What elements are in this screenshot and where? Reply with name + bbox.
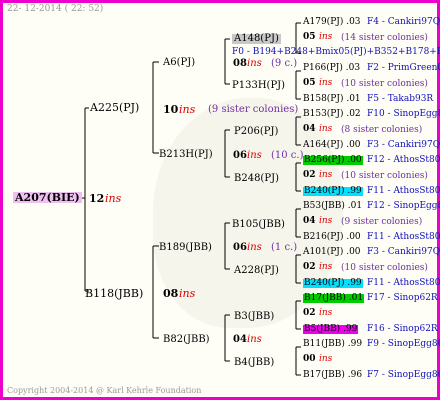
gen4-top-queen[interactable]: A101(PJ) .00 [303,248,361,257]
b105-generation: 06 [233,242,247,253]
a148-ins-mark: ins [247,58,262,69]
gen4-sister-colonies: (14 sister colonies) [341,33,428,43]
root-ins-mark: ins [105,192,122,205]
gen4-top-source: F3 - Cankiri97Q [367,247,440,257]
gen4-bottom-queen[interactable]: B240(PJ) .99 [303,279,363,288]
queen-a6[interactable]: A6(PJ) [163,58,195,68]
gen4-bottom-source: F16 - Sinop62R [367,324,438,334]
a225-ins-mark: ins [179,103,196,116]
gen4-top-queen[interactable]: B153(PJ) .02 [303,110,361,119]
gen4-ins-mark: ins [319,124,333,134]
gen4-bottom-queen[interactable]: B240(PJ) .99 [303,187,363,196]
gen4-bottom-source: F11 - AthosSt80R [367,278,440,288]
gen4-top-queen[interactable]: B256(PJ) .00 [303,156,363,165]
gen4-top-queen[interactable]: A179(PJ) .03 [303,18,361,27]
gen4-sister-colonies: (9 sister colonies) [341,217,423,227]
queen-b82[interactable]: B82(JBB) [163,335,210,345]
queen-b189[interactable]: B189(JBB) [159,243,212,253]
copyright-notice: Copyright 2004-2014 @ Karl Kehrle Founda… [7,386,202,395]
gen4-top-source: F2 - PrimGreen00 [367,63,440,73]
gen4-top-source: F12 - AthosSt80R [367,155,440,165]
root-generation: 12 [89,192,105,205]
queen-a228[interactable]: A228(PJ) [234,266,279,276]
gen4-bottom-source: F3 - Cankiri97Q [367,140,440,150]
queen-p206[interactable]: P206(PJ) [234,127,278,137]
queen-a225[interactable]: A225(PJ) [90,102,139,113]
a148-generation: 08 [233,58,247,69]
date-stamp: 22- 12-2014 ( 22: 52) [7,4,104,14]
gen4-sister-colonies: (8 sister colonies) [341,125,423,135]
gen4-generation: 02 [303,262,316,272]
gen4-ins-mark: ins [319,216,333,226]
gen4-ins-mark: ins [319,354,333,364]
gen4-top-queen[interactable]: P166(PJ) .03 [303,64,360,73]
queen-b118[interactable]: B118(JBB) [85,288,143,299]
a225-sister-colonies: (9 sister colonies) [208,104,299,115]
gen4-top-queen[interactable]: B53(JBB) .01 [303,202,362,211]
gen4-top-queen[interactable]: B11(JBB) .99 [303,340,362,349]
queen-b105[interactable]: B105(JBB) [232,220,285,230]
gen4-generation: 04 [303,124,316,134]
gen4-sister-colonies: (10 sister colonies) [341,79,428,89]
queen-b213h[interactable]: B213H(PJ) [159,150,213,160]
gen4-top-source: F4 - Cankiri97Q [367,17,440,27]
queen-b3[interactable]: B3(JBB) [234,312,274,322]
gen4-ins-mark: ins [319,308,333,318]
gen4-bottom-queen[interactable]: A164(PJ) .00 [303,141,361,150]
p206-generation: 06 [233,150,247,161]
queen-a148[interactable]: A148(PJ) [232,34,281,44]
a148-overlap-text: F0 - B194+B248+Bmix05(PJ)+B352+B178+B354 [232,47,440,57]
gen4-generation: 04 [303,216,316,226]
gen4-sister-colonies: (10 sister colonies) [341,263,428,273]
gen4-bottom-source: F5 - Takab93R [367,94,434,104]
b3-generation: 04 [233,334,247,345]
gen4-bottom-queen[interactable]: B216(PJ) .00 [303,233,361,242]
gen4-generation: 05 [303,78,316,88]
gen4-generation: 02 [303,308,316,318]
gen4-top-source: F17 - Sinop62R [367,293,438,303]
gen4-ins-mark: ins [319,32,333,42]
gen4-bottom-queen[interactable]: B17(JBB) .96 [303,371,362,380]
gen4-top-source: F10 - SinopEgg86R [367,109,440,119]
b3-ins-mark: ins [247,334,262,345]
pedigree-frame: 22- 12-2014 ( 22: 52) Copyright 2004-201… [0,0,440,400]
gen4-generation: 02 [303,170,316,180]
gen4-generation: 05 [303,32,316,42]
root-queen[interactable]: A207(BIE) [13,192,82,203]
b118-generation: 08 [163,287,179,300]
gen4-bottom-source: F7 - SinopEgg86R [367,370,440,380]
gen4-bottom-source: F11 - AthosSt80R [367,186,440,196]
a148-sister-colonies: (9 c.) [271,58,298,69]
gen4-sister-colonies: (10 sister colonies) [341,171,428,181]
gen4-top-queen[interactable]: B17(JBB) .01 [303,294,365,303]
b105-ins-mark: ins [247,242,262,253]
gen4-bottom-queen[interactable]: B158(PJ) .01 [303,95,361,104]
gen4-top-source: F9 - SinopEgg86R [367,339,440,349]
p206-sister-colonies: (10 c.) [271,150,304,161]
b105-sister-colonies: (1 c.) [271,242,298,253]
gen4-bottom-source: F11 - AthosSt80R [367,232,440,242]
queen-p133h[interactable]: P133H(PJ) [232,81,285,91]
b118-ins-mark: ins [179,287,196,300]
a225-generation: 10 [163,103,179,116]
p206-ins-mark: ins [247,150,262,161]
gen4-ins-mark: ins [319,262,333,272]
gen4-ins-mark: ins [319,170,333,180]
gen4-top-source: F12 - SinopEgg86R [367,201,440,211]
gen4-generation: 00 [303,354,316,364]
gen4-bottom-queen[interactable]: B5(JBB) .99 [303,325,359,334]
queen-b4[interactable]: B4(JBB) [234,358,274,368]
gen4-ins-mark: ins [319,78,333,88]
queen-b248[interactable]: B248(PJ) [234,174,279,184]
